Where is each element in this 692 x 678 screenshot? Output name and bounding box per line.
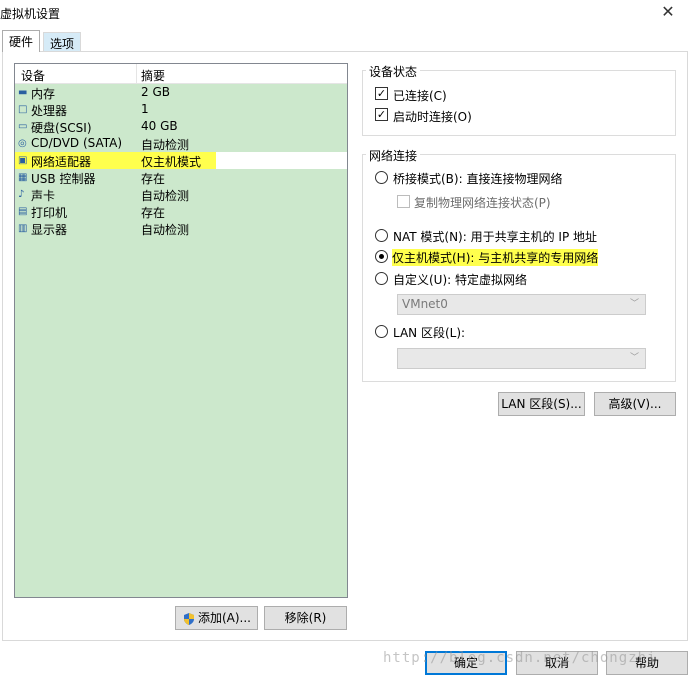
host-only-label: 仅主机模式(H): 与主机共享的专用网络	[392, 249, 599, 266]
add-button[interactable]: 添加(A)...	[175, 606, 258, 630]
device-summary: 1	[141, 102, 149, 116]
network-adapter-icon: ▣	[18, 155, 28, 166]
memory-icon: ▬	[18, 87, 28, 98]
device-name: CD/DVD (SATA)	[31, 136, 123, 150]
device-summary: 自动检测	[141, 138, 190, 152]
bridged-radio[interactable]	[375, 171, 388, 184]
device-name: 内存	[31, 87, 56, 101]
nat-radio[interactable]	[375, 229, 388, 242]
column-divider[interactable]	[136, 64, 137, 84]
lan-segment-radio[interactable]	[375, 325, 388, 338]
lan-segment-select[interactable]: ﹀	[397, 348, 646, 369]
remove-button[interactable]: 移除(R)	[264, 606, 347, 630]
custom-label: 自定义(U): 特定虚拟网络	[393, 273, 528, 287]
device-summary: 仅主机模式	[141, 155, 202, 169]
custom-radio[interactable]	[375, 272, 388, 285]
bridged-label: 桥接模式(B): 直接连接物理网络	[393, 172, 563, 186]
lan-segments-button[interactable]: LAN 区段(S)...	[498, 392, 585, 416]
device-name: 网络适配器	[31, 155, 92, 169]
device-summary: 存在	[141, 206, 166, 220]
custom-network-value: VMnet0	[402, 297, 448, 311]
radio-selected-dot	[379, 254, 384, 259]
device-name: 打印机	[31, 206, 68, 220]
device-name: USB 控制器	[31, 172, 96, 186]
connected-label: 已连接(C)	[393, 89, 447, 103]
connected-checkbox[interactable]: ✓	[375, 87, 388, 100]
list-item[interactable]: ▥ 显示器 自动检测	[15, 220, 347, 237]
usb-icon: ▦	[18, 172, 28, 183]
add-button-label: 添加(A)...	[197, 611, 252, 625]
sound-card-icon: ♪	[18, 189, 25, 200]
replicate-state-label: 复制物理网络连接状态(P)	[414, 196, 551, 210]
processor-icon: □	[18, 104, 28, 115]
device-list[interactable]: 设备 摘要 ▬ 内存 2 GB □ 处理器 1 ▭ 硬盘(SCSI) 40 GB…	[14, 63, 348, 598]
cdrom-icon: ◎	[18, 138, 27, 149]
printer-icon: ▤	[18, 206, 28, 217]
device-summary: 自动检测	[141, 189, 190, 203]
list-item[interactable]: ▭ 硬盘(SCSI) 40 GB	[15, 118, 347, 135]
close-icon[interactable]: ✕	[658, 2, 678, 21]
tab-bar: 硬件 选项	[0, 30, 692, 52]
device-name: 硬盘(SCSI)	[31, 121, 92, 135]
device-name: 处理器	[31, 104, 68, 118]
connect-at-power-on-label: 启动时连接(O)	[393, 110, 472, 124]
list-item[interactable]: ▦ USB 控制器 存在	[15, 169, 347, 186]
list-item[interactable]: ◎ CD/DVD (SATA) 自动检测	[15, 135, 347, 152]
list-item[interactable]: ▬ 内存 2 GB	[15, 84, 347, 101]
host-only-radio[interactable]	[375, 250, 388, 263]
network-connection-title: 网络连接	[366, 147, 421, 164]
harddisk-icon: ▭	[18, 121, 28, 132]
connect-at-power-on-checkbox[interactable]: ✓	[375, 108, 388, 121]
tab-hardware[interactable]: 硬件	[2, 30, 41, 52]
tab-options[interactable]: 选项	[43, 32, 82, 52]
list-item[interactable]: ♪ 声卡 自动检测	[15, 186, 347, 203]
list-item[interactable]: ▤ 打印机 存在	[15, 203, 347, 220]
device-summary: 2 GB	[141, 85, 170, 99]
list-item[interactable]: □ 处理器 1	[15, 101, 347, 118]
advanced-button[interactable]: 高级(V)...	[594, 392, 676, 416]
list-item-selected[interactable]: ▣ 网络适配器 仅主机模式	[15, 152, 347, 169]
chevron-down-icon: ﹀	[629, 353, 639, 363]
device-name: 声卡	[31, 189, 56, 203]
column-header-device[interactable]: 设备	[21, 67, 45, 84]
title-bar: 虚拟机设置 ✕	[0, 0, 692, 26]
display-icon: ▥	[18, 223, 28, 234]
watermark: http://blog.csdn.net/chongzhi	[383, 650, 657, 666]
window-title: 虚拟机设置	[0, 7, 61, 21]
uac-shield-icon	[183, 612, 194, 625]
replicate-state-checkbox[interactable]	[397, 195, 410, 208]
device-status-title: 设备状态	[366, 63, 421, 80]
device-name: 显示器	[31, 223, 68, 237]
custom-network-select[interactable]: VMnet0 ﹀	[397, 294, 646, 315]
nat-label: NAT 模式(N): 用于共享主机的 IP 地址	[393, 230, 598, 244]
column-header-summary[interactable]: 摘要	[141, 67, 165, 84]
chevron-down-icon: ﹀	[629, 299, 639, 309]
device-summary: 40 GB	[141, 119, 178, 133]
device-summary: 存在	[141, 172, 166, 186]
list-header: 设备 摘要	[15, 64, 347, 84]
lan-segment-label: LAN 区段(L):	[393, 326, 466, 340]
device-summary: 自动检测	[141, 223, 190, 237]
